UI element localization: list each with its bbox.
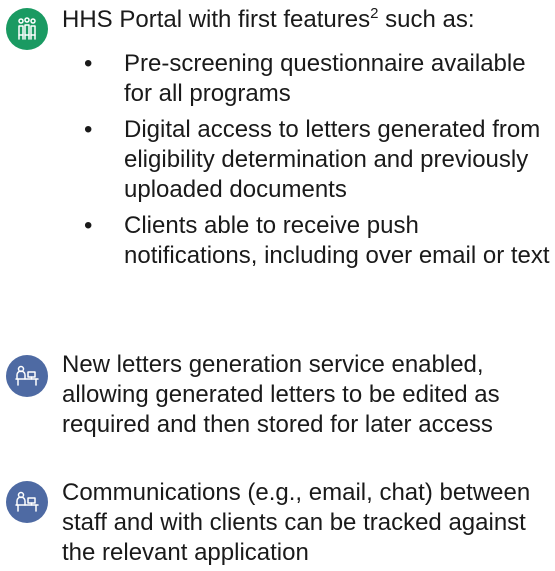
communications-text: Communications (e.g., email, chat) betwe… [62,479,531,566]
communications-section: Communications (e.g., email, chat) betwe… [0,470,555,570]
portal-feature-list: • Pre-screening questionnaire available f… [62,49,551,277]
portal-heading: HHS Portal with first features2 such as: [62,5,475,33]
people-group-icon [6,8,48,50]
bullet-marker: • [84,116,93,143]
list-item: • Pre-screening questionnaire available f… [84,50,526,107]
bullet-marker: • [84,212,93,239]
letters-service-text: New letters generation service enabled, … [62,351,500,438]
list-item: • Digital access to letters generated fro… [84,116,541,203]
list-item: • Clients able to receive push notificati… [84,212,550,269]
caseworker-desk-icon [6,481,48,523]
bullet-marker: • [84,50,93,77]
letters-service-section: New letters generation service enabled, … [0,345,555,445]
caseworker-desk-icon [6,355,48,397]
portal-features-section: HHS Portal with first features2 such as:… [0,0,555,320]
